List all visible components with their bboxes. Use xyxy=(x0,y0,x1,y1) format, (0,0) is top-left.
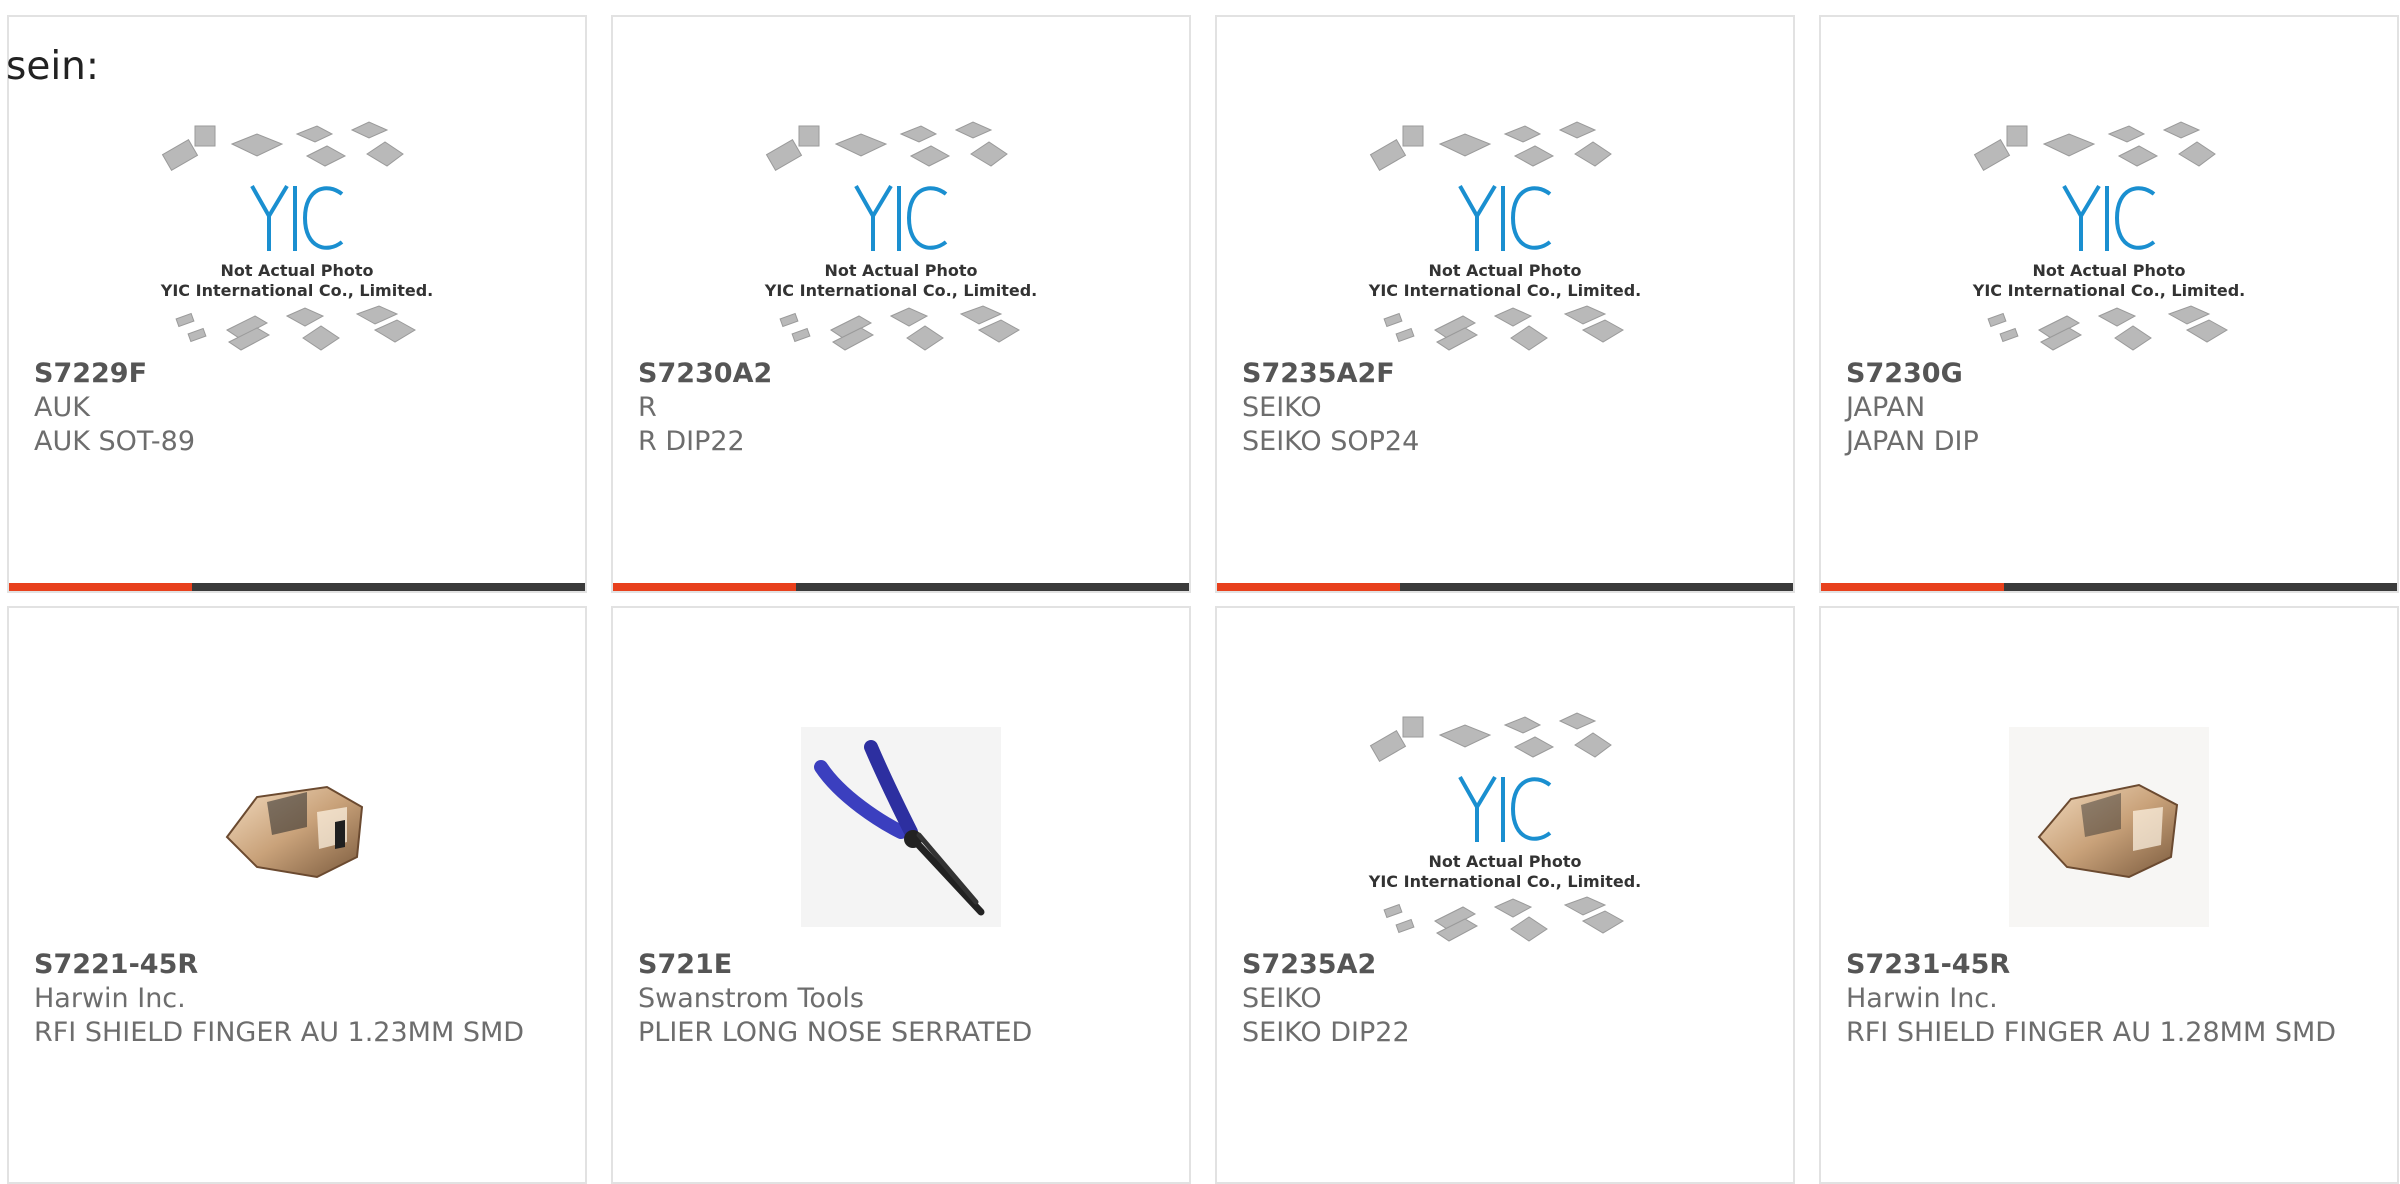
card-footer-accent xyxy=(9,583,192,591)
product-info: S7231-45R Harwin Inc. RFI SHIELD FINGER … xyxy=(1846,948,2377,1050)
product-grid: Not Actual Photo YIC International Co., … xyxy=(7,15,2399,1184)
plier-icon xyxy=(801,727,1001,927)
card-footer-bar xyxy=(613,583,1189,591)
product-card[interactable]: S7231-45R Harwin Inc. RFI SHIELD FINGER … xyxy=(1819,606,2399,1184)
shield-finger-icon xyxy=(2009,727,2209,927)
manufacturer: SEIKO xyxy=(1242,392,1322,423)
product-info: S7235A2F SEIKO SEIKO SOP24 xyxy=(1242,357,1773,459)
description: SEIKO SOP24 xyxy=(1242,426,1420,457)
product-info: S7229F AUK AUK SOT-89 xyxy=(34,357,565,459)
placeholder-line1: Not Actual Photo xyxy=(2032,261,2185,280)
product-image[interactable] xyxy=(1821,692,2397,962)
product-card[interactable]: S721E Swanstrom Tools PLIER LONG NOSE SE… xyxy=(611,606,1191,1184)
card-footer-bar xyxy=(1821,583,2397,591)
product-image[interactable] xyxy=(613,692,1189,962)
product-info: S7230G JAPAN JAPAN DIP xyxy=(1846,357,2377,459)
product-card[interactable]: Not Actual Photo YIC International Co., … xyxy=(1819,15,2399,593)
card-footer-accent xyxy=(1821,583,2004,591)
card-footer-bar xyxy=(9,583,585,591)
part-number[interactable]: S7221-45R xyxy=(34,948,565,982)
product-info: S721E Swanstrom Tools PLIER LONG NOSE SE… xyxy=(638,948,1169,1050)
part-number[interactable]: S7231-45R xyxy=(1846,948,2377,982)
manufacturer: AUK xyxy=(34,392,90,423)
manufacturer: Harwin Inc. xyxy=(1846,983,1998,1014)
placeholder-line1: Not Actual Photo xyxy=(824,261,977,280)
manufacturer: Swanstrom Tools xyxy=(638,983,864,1014)
placeholder-line2: YIC International Co., Limited. xyxy=(1368,872,1641,891)
product-info: S7221-45R Harwin Inc. RFI SHIELD FINGER … xyxy=(34,948,565,1050)
manufacturer: SEIKO xyxy=(1242,983,1322,1014)
part-number[interactable]: S7235A2F xyxy=(1242,357,1773,391)
description: SEIKO DIP22 xyxy=(1242,1017,1410,1048)
lead-text: sein: xyxy=(6,44,100,89)
product-image[interactable]: Not Actual Photo YIC International Co., … xyxy=(1217,101,1793,371)
placeholder-line2: YIC International Co., Limited. xyxy=(160,281,433,300)
placeholder-line2: YIC International Co., Limited. xyxy=(764,281,1037,300)
placeholder-image-icon: Not Actual Photo YIC International Co., … xyxy=(1368,121,1641,351)
product-info: S7230A2 R R DIP22 xyxy=(638,357,1169,459)
placeholder-line2: YIC International Co., Limited. xyxy=(1368,281,1641,300)
manufacturer: Harwin Inc. xyxy=(34,983,186,1014)
description: JAPAN DIP xyxy=(1846,426,1979,457)
placeholder-image-icon: Not Actual Photo YIC International Co., … xyxy=(1368,712,1641,942)
part-number[interactable]: S7230G xyxy=(1846,357,2377,391)
placeholder-line2: YIC International Co., Limited. xyxy=(1972,281,2245,300)
placeholder-line1: Not Actual Photo xyxy=(1428,852,1581,871)
product-info: S7235A2 SEIKO SEIKO DIP22 xyxy=(1242,948,1773,1050)
placeholder-line1: Not Actual Photo xyxy=(1428,261,1581,280)
product-card[interactable]: S7221-45R Harwin Inc. RFI SHIELD FINGER … xyxy=(7,606,587,1184)
card-footer-accent xyxy=(1217,583,1400,591)
description: R DIP22 xyxy=(638,426,745,457)
part-number[interactable]: S7235A2 xyxy=(1242,948,1773,982)
card-footer-bar xyxy=(1217,583,1793,591)
placeholder-line1: Not Actual Photo xyxy=(220,261,373,280)
product-card[interactable]: Not Actual Photo YIC International Co., … xyxy=(7,15,587,593)
shield-finger-icon xyxy=(225,785,364,879)
placeholder-image-icon: Not Actual Photo YIC International Co., … xyxy=(764,121,1037,351)
description: PLIER LONG NOSE SERRATED xyxy=(638,1017,1033,1048)
part-number[interactable]: S7229F xyxy=(34,357,565,391)
description: RFI SHIELD FINGER AU 1.23MM SMD xyxy=(34,1017,525,1048)
product-card[interactable]: Not Actual Photo YIC International Co., … xyxy=(1215,15,1795,593)
part-number[interactable]: S7230A2 xyxy=(638,357,1169,391)
description: RFI SHIELD FINGER AU 1.28MM SMD xyxy=(1846,1017,2337,1048)
product-card[interactable]: Not Actual Photo YIC International Co., … xyxy=(1215,606,1795,1184)
placeholder-image-icon: Not Actual Photo YIC International Co., … xyxy=(1972,121,2245,351)
product-image[interactable]: Not Actual Photo YIC International Co., … xyxy=(9,101,585,371)
part-number[interactable]: S721E xyxy=(638,948,1169,982)
product-image[interactable]: Not Actual Photo YIC International Co., … xyxy=(1821,101,2397,371)
product-card[interactable]: Not Actual Photo YIC International Co., … xyxy=(611,15,1191,593)
product-image[interactable] xyxy=(9,692,585,962)
product-image[interactable]: Not Actual Photo YIC International Co., … xyxy=(613,101,1189,371)
placeholder-image-icon: Not Actual Photo YIC International Co., … xyxy=(160,121,433,351)
product-image[interactable]: Not Actual Photo YIC International Co., … xyxy=(1217,692,1793,962)
card-footer-accent xyxy=(613,583,796,591)
manufacturer: R xyxy=(638,392,657,423)
description: AUK SOT-89 xyxy=(34,426,196,457)
manufacturer: JAPAN xyxy=(1846,392,1926,423)
